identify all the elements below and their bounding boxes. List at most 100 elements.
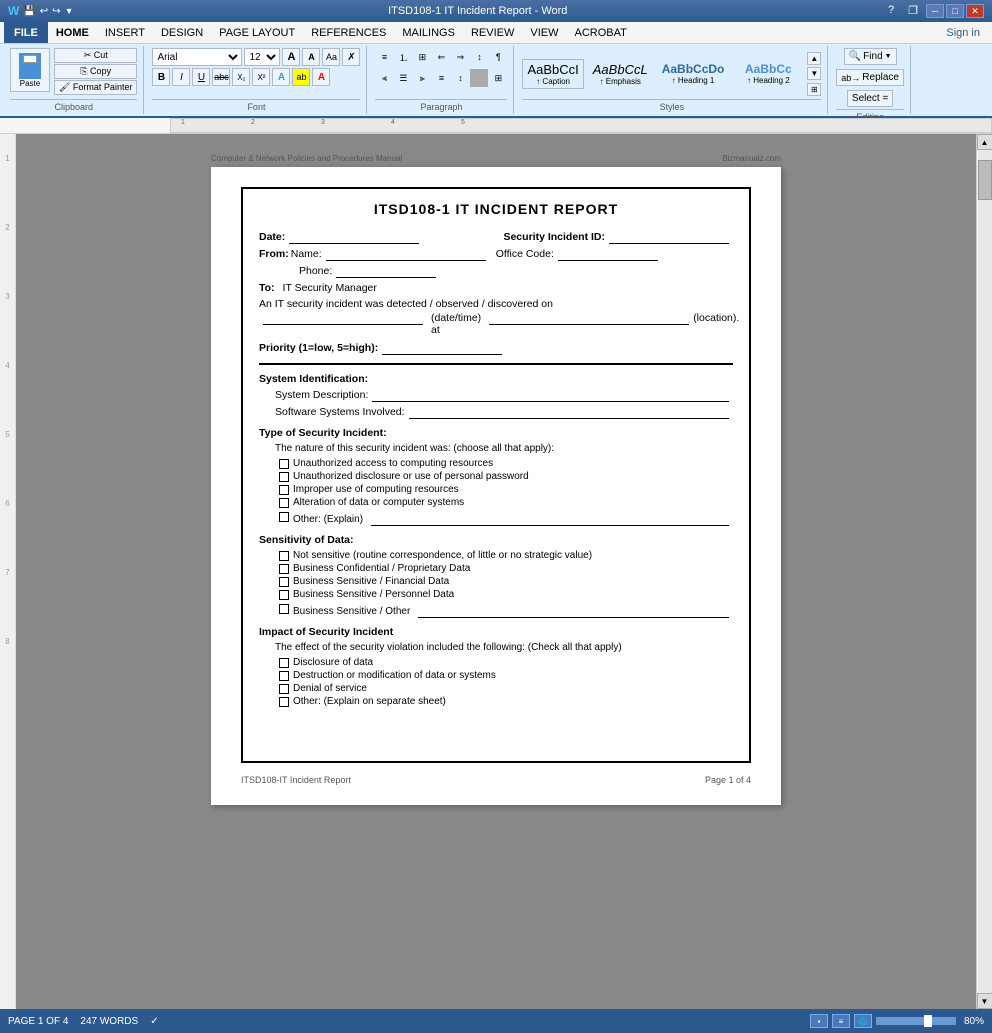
style-normal[interactable]: AaBbCcI ↑ Caption: [522, 59, 583, 89]
scroll-track[interactable]: [978, 150, 992, 993]
sens-checkbox-5[interactable]: Business Sensitive / Other: [259, 602, 733, 618]
style-heading2[interactable]: AaBbCc ↑ Heading 2: [733, 59, 803, 88]
menu-page-layout[interactable]: PAGE LAYOUT: [211, 22, 303, 43]
minimize-button[interactable]: ─: [926, 4, 944, 18]
align-right-button[interactable]: ⫸: [413, 69, 431, 87]
find-button[interactable]: 🔍 Find ▼: [844, 48, 897, 65]
maximize-button[interactable]: □: [946, 4, 964, 18]
subscript-button[interactable]: X₂: [232, 68, 250, 86]
highlight-button[interactable]: ab: [292, 68, 310, 86]
align-center-button[interactable]: ☰: [394, 69, 412, 87]
menu-view[interactable]: VIEW: [522, 22, 566, 43]
font-family-select[interactable]: Arial: [152, 48, 242, 66]
sens-checkbox-4[interactable]: Business Sensitive / Personnel Data: [259, 589, 733, 600]
show-marks-button[interactable]: ¶: [489, 48, 507, 66]
sens-checkbox-3[interactable]: Business Sensitive / Financial Data: [259, 576, 733, 587]
multilevel-list-button[interactable]: ⊞: [413, 48, 431, 66]
replace-button[interactable]: ab→ Replace: [836, 69, 904, 86]
document-page[interactable]: ITSD108-1 IT INCIDENT REPORT Date: Secur…: [211, 167, 781, 805]
styles-scroll-down[interactable]: ▼: [807, 67, 821, 80]
underline-button[interactable]: U: [192, 68, 210, 86]
styles-more[interactable]: ⊞: [807, 83, 821, 96]
menu-file[interactable]: FILE: [4, 22, 48, 43]
menu-insert[interactable]: INSERT: [97, 22, 153, 43]
phone-field[interactable]: [336, 265, 436, 278]
line-spacing-button[interactable]: ↕: [451, 69, 469, 87]
menu-references[interactable]: REFERENCES: [303, 22, 394, 43]
restore-button[interactable]: ❐: [902, 4, 924, 18]
decrease-indent-button[interactable]: ⇐: [432, 48, 450, 66]
quick-access-redo[interactable]: ↪: [52, 6, 60, 17]
web-layout-button[interactable]: 🌐: [854, 1014, 872, 1028]
sort-button[interactable]: ↕: [470, 48, 488, 66]
justify-button[interactable]: ≡: [432, 69, 450, 87]
menu-design[interactable]: DESIGN: [153, 22, 211, 43]
type-checkbox-1[interactable]: Unauthorized access to computing resourc…: [259, 458, 733, 469]
font-color-button[interactable]: A: [312, 68, 330, 86]
close-button[interactable]: ✕: [966, 4, 984, 18]
font-case-button[interactable]: Aa: [322, 48, 340, 66]
font-shrink-button[interactable]: A: [302, 48, 320, 66]
bullet-list-button[interactable]: ≡: [375, 48, 393, 66]
type-checkbox-2[interactable]: Unauthorized disclosure or use of person…: [259, 471, 733, 482]
font-grow-button[interactable]: A: [282, 48, 300, 66]
read-mode-button[interactable]: ≡: [832, 1014, 850, 1028]
zoom-thumb[interactable]: [924, 1015, 932, 1027]
bold-button[interactable]: B: [152, 68, 170, 86]
impact-checkbox-2[interactable]: Destruction or modification of data or s…: [259, 670, 733, 681]
scroll-thumb[interactable]: [978, 160, 992, 200]
print-layout-button[interactable]: ▪: [810, 1014, 828, 1028]
menu-mailings[interactable]: MAILINGS: [394, 22, 463, 43]
location-field[interactable]: [489, 312, 689, 325]
superscript-button[interactable]: X²: [252, 68, 270, 86]
system-desc-field[interactable]: [372, 389, 729, 402]
type-checkbox-3[interactable]: Improper use of computing resources: [259, 484, 733, 495]
scroll-area[interactable]: Computer & Network Policies and Procedur…: [16, 134, 976, 1009]
help-button[interactable]: ?: [882, 4, 900, 18]
security-id-field[interactable]: [609, 231, 729, 244]
sens-checkbox-1[interactable]: Not sensitive (routine correspondence, o…: [259, 550, 733, 561]
type-checkbox-4[interactable]: Alteration of data or computer systems: [259, 497, 733, 508]
scroll-down-arrow[interactable]: ▼: [977, 993, 992, 1009]
styles-scroll-up[interactable]: ▲: [807, 52, 821, 65]
increase-indent-button[interactable]: ⇒: [451, 48, 469, 66]
format-painter-button[interactable]: 🖌 Format Painter: [54, 80, 137, 95]
date-time-field[interactable]: [263, 312, 423, 325]
borders-button[interactable]: ⊞: [489, 69, 507, 87]
priority-field[interactable]: [382, 342, 502, 355]
menu-review[interactable]: REVIEW: [463, 22, 522, 43]
italic-button[interactable]: I: [172, 68, 190, 86]
office-code-field[interactable]: [558, 248, 658, 261]
select-button[interactable]: Select =: [847, 90, 893, 107]
impact-checkbox-1[interactable]: Disclosure of data: [259, 657, 733, 668]
sens-other-field[interactable]: [418, 606, 729, 618]
menu-acrobat[interactable]: ACROBAT: [566, 22, 634, 43]
style-emphasis[interactable]: AaBbCcL ↑ Emphasis: [588, 59, 653, 89]
other-explain-field[interactable]: [371, 514, 729, 526]
software-field[interactable]: [409, 406, 729, 419]
quick-access-undo[interactable]: ↩: [40, 6, 48, 17]
proofing-icon[interactable]: ✓: [150, 1016, 158, 1027]
font-clear-button[interactable]: ✗: [342, 48, 360, 66]
font-size-select[interactable]: 12: [244, 48, 280, 66]
strikethrough-button[interactable]: abc: [212, 68, 230, 86]
sens-checkbox-2[interactable]: Business Confidential / Proprietary Data: [259, 563, 733, 574]
quick-access-more[interactable]: ▼: [65, 6, 74, 16]
cut-button[interactable]: ✂ Cut: [54, 48, 137, 63]
type-checkbox-5[interactable]: Other: (Explain): [259, 510, 733, 526]
paste-button[interactable]: Paste: [10, 48, 50, 92]
impact-checkbox-4[interactable]: Other: (Explain on separate sheet): [259, 696, 733, 707]
style-heading1[interactable]: AaBbCcDo ↑ Heading 1: [657, 59, 730, 88]
menu-home[interactable]: HOME: [48, 22, 97, 43]
zoom-slider[interactable]: [876, 1017, 956, 1025]
signin-link[interactable]: Sign in: [938, 25, 988, 41]
text-effects-button[interactable]: A: [272, 68, 290, 86]
shading-button[interactable]: [470, 69, 488, 87]
numbered-list-button[interactable]: ⒈: [394, 48, 412, 66]
quick-access-save[interactable]: 💾: [23, 6, 35, 17]
copy-button[interactable]: ⎘ Copy: [54, 64, 137, 79]
name-field[interactable]: [326, 248, 486, 261]
scroll-up-arrow[interactable]: ▲: [977, 134, 992, 150]
impact-checkbox-3[interactable]: Denial of service: [259, 683, 733, 694]
align-left-button[interactable]: ⫷: [375, 69, 393, 87]
